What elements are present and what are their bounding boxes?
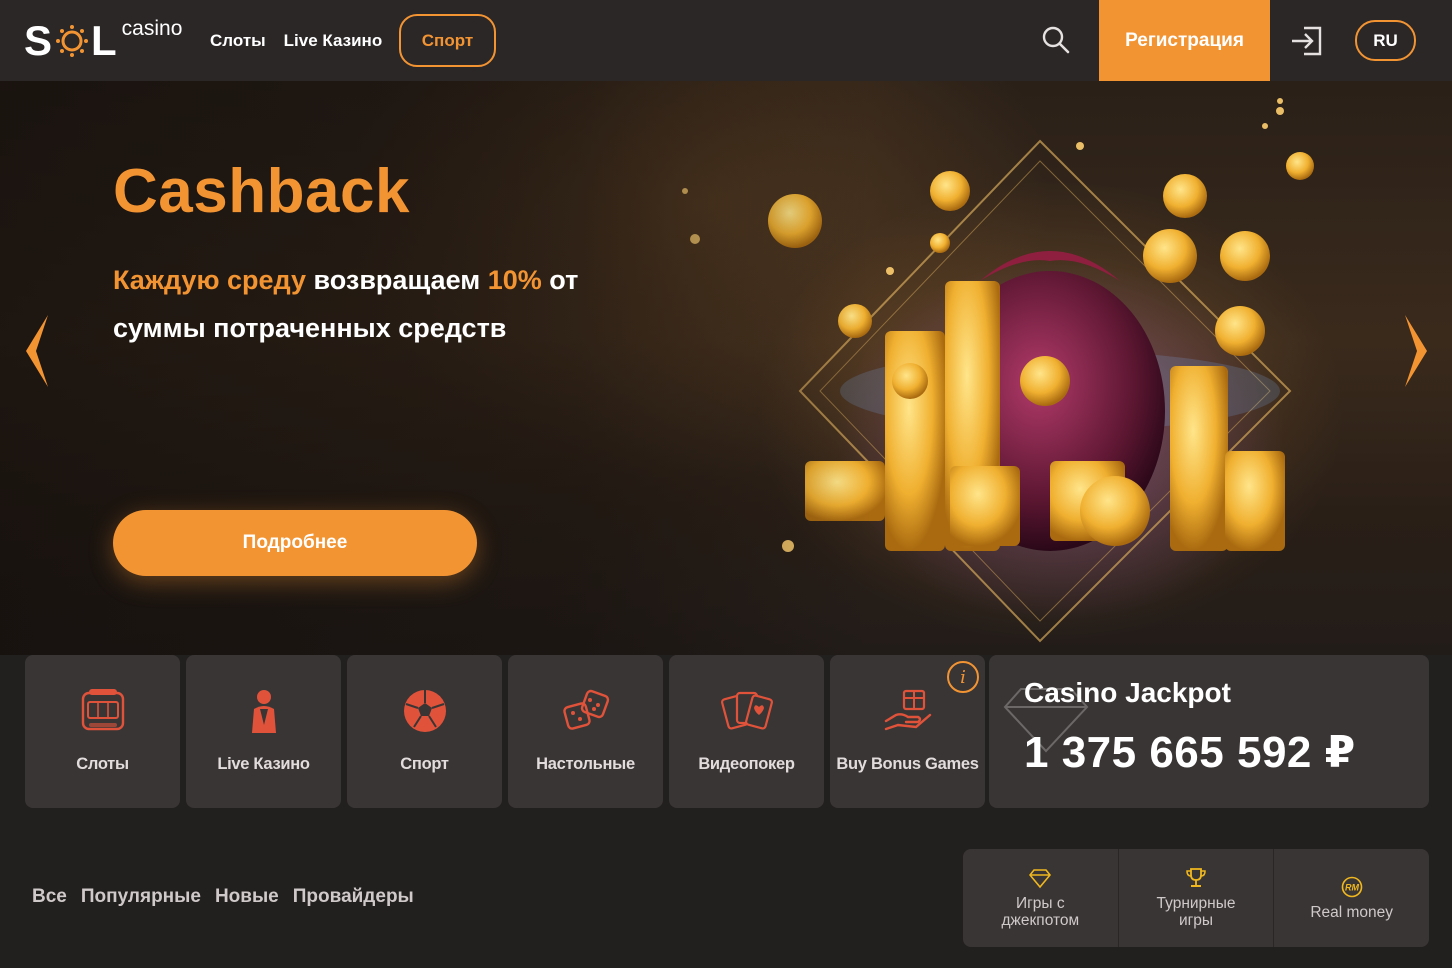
filter-new[interactable]: Новые [215,886,279,908]
nav-slots[interactable]: Слоты [210,31,266,51]
hero-title: Cashback [113,157,410,226]
filter-all[interactable]: Все [32,886,67,908]
category-buy-bonus[interactable]: Buy Bonus Games i [830,655,985,808]
mode-real-money[interactable]: RM Real money [1274,849,1429,947]
sun-icon [56,25,89,57]
cards-icon [720,691,773,730]
jackpot-value: 1 375 665 592 ₽ [1024,728,1356,777]
category-label: Live Казино [217,755,310,773]
info-badge[interactable]: i [947,661,979,693]
mode-label: Турнирные игры [1156,895,1236,929]
category-slots[interactable]: Слоты [25,655,180,808]
mode-label: Real money [1310,903,1394,921]
register-button[interactable]: Регистрация [1099,0,1270,81]
category-video-poker[interactable]: Видеопокер [669,655,824,808]
category-table-games[interactable]: Настольные [508,655,663,808]
svg-text:RM: RM [1345,882,1359,892]
filter-providers[interactable]: Провайдеры [293,886,414,908]
soccer-ball-icon [403,690,446,732]
mode-tournament-games[interactable]: Турнирные игры [1119,849,1275,947]
chevron-left-icon[interactable] [22,311,50,391]
jackpot-panel: Casino Jackpot 1 375 665 592 ₽ [989,655,1429,808]
category-label: Слоты [76,755,129,773]
search-icon[interactable] [1040,24,1072,56]
more-button[interactable]: Подробнее [113,510,477,576]
category-label: Видеопокер [698,755,795,773]
login-icon[interactable] [1288,22,1326,60]
hero-subtitle: Каждую среду возвращаем 10% от суммы пот… [113,256,673,352]
nav-sport-button[interactable]: Спорт [399,14,496,67]
hero-sub-highlight-day: Каждую среду [113,265,307,295]
filter-popular[interactable]: Популярные [81,886,201,908]
category-sport[interactable]: Спорт [347,655,502,808]
logo[interactable]: S L casino [24,16,182,66]
category-label: Спорт [400,755,449,773]
game-filters: Все Популярные Новые Провайдеры [32,886,414,908]
category-tiles: Слоты Live Казино Спорт Настольные Видео… [25,655,985,808]
dealer-icon [251,690,276,733]
chevron-right-icon[interactable] [1403,311,1431,391]
mode-label: Игры с джекпотом [1001,895,1080,929]
hero-sub-highlight-percent: 10% [487,265,542,295]
nav-live-casino[interactable]: Live Казино [284,31,383,51]
rm-icon: RM [1341,876,1362,897]
language-button[interactable]: RU [1355,20,1416,61]
jackpot-title: Casino Jackpot [1024,677,1231,708]
dice-icon [562,689,609,730]
category-live-casino[interactable]: Live Казино [186,655,341,808]
hero-sub-text-1: возвращаем [306,265,488,295]
header: S L casino Слоты Live Казино Спорт Регис… [0,0,1452,81]
hero-banner: Cashback Каждую среду возвращаем 10% от … [0,81,1452,655]
category-label: Buy Bonus Games [836,755,979,773]
category-label: Настольные [536,755,635,773]
mode-jackpot-games[interactable]: Игры с джекпотом [963,849,1119,947]
diamond-icon [1029,869,1052,889]
logo-wordmark: S L [24,17,118,64]
trophy-icon [1186,868,1206,887]
logo-sub: casino [121,17,183,40]
slot-machine-icon [81,689,124,731]
main-nav: Слоты Live Казино [210,0,382,81]
game-modes: Игры с джекпотом Турнирные игры RM Real … [963,849,1429,947]
gift-hand-icon [884,689,931,731]
